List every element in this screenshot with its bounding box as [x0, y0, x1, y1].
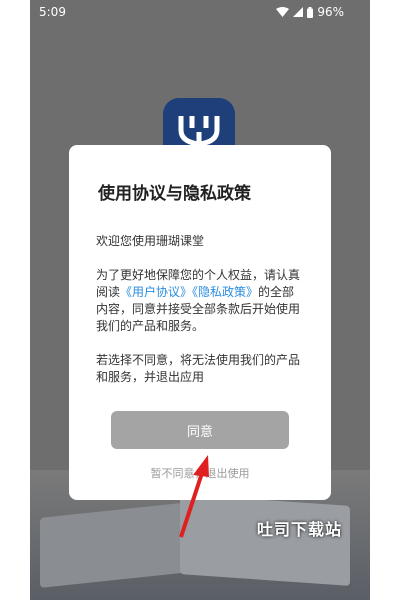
- dialog-title: 使用协议与隐私政策: [98, 184, 251, 204]
- disagree-notice: 若选择不同意，将无法使用我们的产品和服务，并退出应用: [96, 353, 301, 384]
- red-arrow-annotation: [175, 455, 215, 544]
- signal-icon: [293, 7, 304, 17]
- status-bar: 5:09 96%: [30, 0, 370, 24]
- privacy-policy-link[interactable]: 《隐私政策》: [192, 285, 258, 299]
- policy-text: 为了更好地保障您的个人权益，请认真阅读《用户协议》《隐私政策》的全部内容，同意并…: [96, 267, 306, 335]
- watermark-text: 吐司下载站: [257, 520, 343, 539]
- wifi-icon: [276, 7, 290, 17]
- welcome-text: 欢迎您使用珊瑚课堂: [96, 234, 205, 248]
- user-agreement-link[interactable]: 《用户协议》: [120, 285, 192, 299]
- agree-button[interactable]: 同意: [111, 411, 289, 449]
- status-time: 5:09: [39, 5, 66, 19]
- privacy-dialog: 使用协议与隐私政策 欢迎您使用珊瑚课堂 为了更好地保障您的个人权益，请认真阅读《…: [69, 145, 331, 500]
- status-icons: 96%: [276, 5, 344, 19]
- dialog-body: 欢迎您使用珊瑚课堂 为了更好地保障您的个人权益，请认真阅读《用户协议》《隐私政策…: [96, 233, 306, 386]
- battery-icon: [307, 6, 314, 18]
- battery-level: 96%: [317, 5, 344, 19]
